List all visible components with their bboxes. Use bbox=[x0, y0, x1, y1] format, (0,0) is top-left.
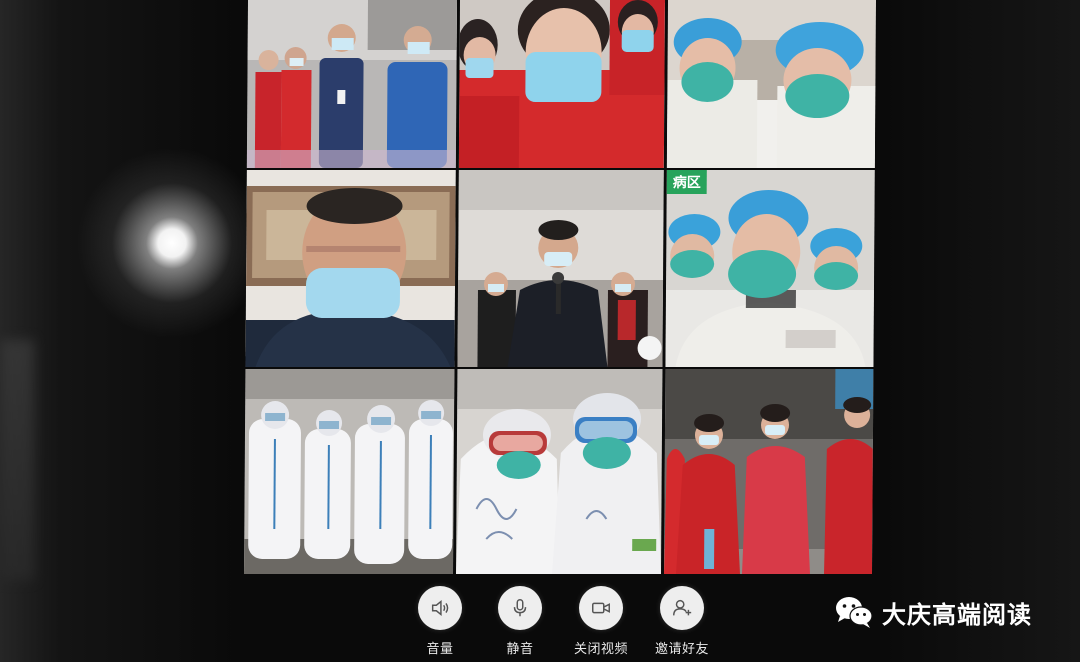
invite-control[interactable]: 邀请好友 bbox=[650, 586, 714, 657]
brand-name: 大庆高端阅读 bbox=[882, 600, 1032, 629]
video-feed-3 bbox=[666, 0, 877, 168]
volume-control[interactable]: 音量 bbox=[408, 586, 472, 657]
video-feed-2 bbox=[458, 0, 666, 168]
video-grid: 病区 bbox=[243, 0, 878, 574]
video-feed-4 bbox=[245, 170, 456, 367]
mute-control[interactable]: 静音 bbox=[488, 586, 552, 657]
camera-icon bbox=[592, 602, 610, 614]
video-feed-1 bbox=[246, 0, 458, 168]
video-feed-6 bbox=[665, 170, 875, 367]
watermark: 大庆高端阅读 bbox=[834, 592, 1032, 632]
volume-button[interactable] bbox=[418, 586, 462, 630]
video-tile-3[interactable] bbox=[666, 0, 877, 168]
speaker-icon bbox=[431, 600, 449, 616]
video-feed-8 bbox=[455, 369, 663, 574]
call-control-bar: 音量 静音 关闭视频 邀请好友 bbox=[408, 586, 718, 658]
mute-label: 静音 bbox=[506, 642, 534, 657]
video-tile-8[interactable] bbox=[455, 369, 663, 574]
video-tile-1[interactable] bbox=[246, 0, 458, 168]
invite-label: 邀请好友 bbox=[654, 642, 709, 657]
video-tile-7[interactable] bbox=[243, 369, 455, 574]
video-tile-2[interactable] bbox=[458, 0, 666, 168]
background-light-reflection bbox=[0, 340, 34, 580]
video-off-control[interactable]: 关闭视频 bbox=[569, 586, 633, 657]
video-feed-5 bbox=[457, 170, 664, 367]
video-off-button[interactable] bbox=[579, 586, 623, 630]
video-feed-9 bbox=[663, 369, 874, 574]
video-tile-6[interactable]: 病区 bbox=[665, 170, 875, 367]
wechat-icon bbox=[836, 597, 873, 628]
video-feed-7 bbox=[243, 369, 455, 574]
video-tile-4[interactable] bbox=[245, 170, 456, 367]
ward-sign-tag: 病区 bbox=[666, 170, 707, 194]
video-tile-5[interactable] bbox=[457, 170, 664, 367]
microphone-icon bbox=[513, 599, 527, 617]
volume-label: 音量 bbox=[426, 642, 454, 657]
add-person-icon bbox=[673, 599, 692, 616]
invite-button[interactable] bbox=[660, 586, 704, 630]
mute-button[interactable] bbox=[498, 586, 542, 630]
video-off-label: 关闭视频 bbox=[573, 642, 628, 657]
video-tile-9[interactable] bbox=[663, 369, 874, 574]
